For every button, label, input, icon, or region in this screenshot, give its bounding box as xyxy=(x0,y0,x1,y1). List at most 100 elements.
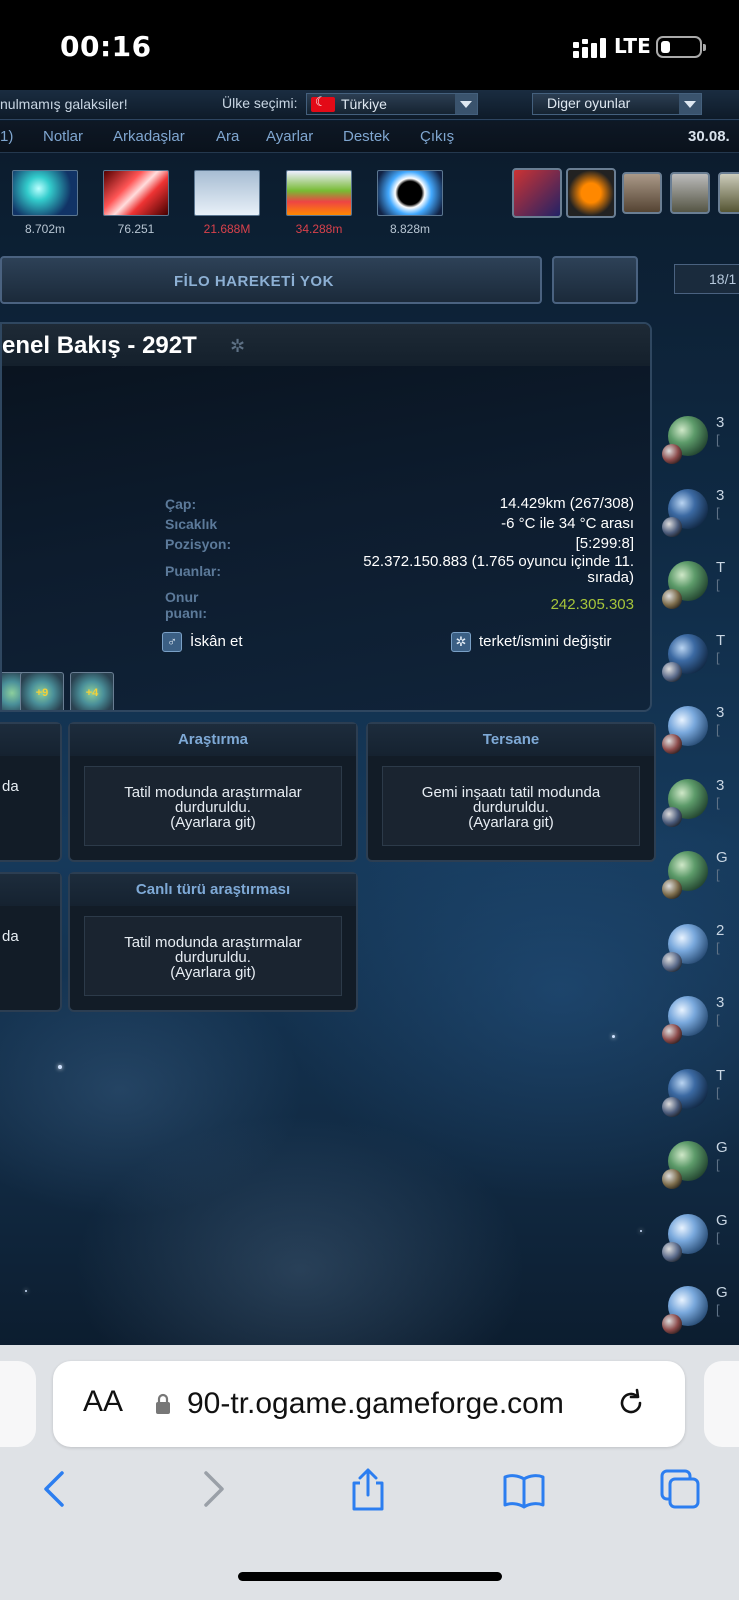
planet-coordinates: [ xyxy=(716,432,720,447)
moon-icon[interactable] xyxy=(662,1241,682,1262)
lifeform-research-box: Canlı türü araştırması Tatil modunda ara… xyxy=(68,872,358,1012)
lock-icon xyxy=(156,1393,170,1414)
honor-value: 242.305.303 xyxy=(550,596,634,613)
planet-name[interactable]: G xyxy=(716,1284,728,1301)
engineer-officer-icon[interactable] xyxy=(670,172,710,214)
lifeform-research-message[interactable]: Tatil modunda araştırmalar durduruldu. (… xyxy=(84,916,342,996)
moon-icon[interactable] xyxy=(662,879,682,899)
planet-overview: enel Bakış - 292T ✲ Çap: 14.429km (267/3… xyxy=(0,322,652,712)
planet-coordinates: [ xyxy=(716,722,720,737)
country-select[interactable]: Türkiye xyxy=(306,93,478,115)
top-bar: nulmamış galaksiler! Ülke seçimi: Türkiy… xyxy=(0,90,739,120)
nav-item-search[interactable]: Ara xyxy=(216,128,239,145)
resource-energy-value: 34.288m xyxy=(295,222,343,236)
resource-dark-matter[interactable]: 8.828m xyxy=(377,170,443,236)
planet-name[interactable]: G xyxy=(716,1212,728,1229)
other-games-value: Diger oyunlar xyxy=(547,95,631,111)
planet-coordinates: [ xyxy=(716,577,720,592)
shipyard-settings-link[interactable]: (Ayarlara git) xyxy=(383,815,639,830)
male-icon: ♂ xyxy=(162,632,182,652)
chevron-down-icon xyxy=(679,94,701,114)
shipyard-line2: durduruldu. xyxy=(473,799,549,816)
planet-name[interactable]: G xyxy=(716,1139,728,1156)
points-value-line2: sırada) xyxy=(587,569,634,586)
reader-options-button[interactable]: AA xyxy=(83,1385,123,1419)
class-officer-icon[interactable] xyxy=(566,168,616,218)
nav-item-notes[interactable]: Notlar xyxy=(43,128,83,145)
nav-item-messages[interactable]: 1) xyxy=(0,128,13,145)
research-line2: durduruldu. xyxy=(175,799,251,816)
planet-name[interactable]: 3 xyxy=(716,704,724,721)
planet-name[interactable]: 3 xyxy=(716,777,724,794)
url-text[interactable]: 90-tr.ogame.gameforge.com xyxy=(187,1387,564,1421)
moon-icon[interactable] xyxy=(662,806,682,827)
reload-icon[interactable] xyxy=(615,1387,647,1419)
diameter-label: Çap: xyxy=(165,496,197,512)
fleet-status[interactable]: FİLO HAREKETİ YOK xyxy=(0,256,542,304)
research-settings-link[interactable]: (Ayarlara git) xyxy=(85,815,341,830)
booster-item[interactable]: +4 xyxy=(70,672,114,710)
moon-icon[interactable] xyxy=(662,1169,682,1189)
abandon-rename-button[interactable]: ✲ terket/ismini değiştir xyxy=(451,632,612,652)
previous-tab-preview[interactable] xyxy=(0,1361,36,1447)
moon-icon[interactable] xyxy=(662,1096,682,1117)
back-icon[interactable] xyxy=(34,1467,78,1511)
planet-name[interactable]: T xyxy=(716,559,725,576)
geologist-officer-icon[interactable] xyxy=(718,172,739,214)
commander-officer-icon[interactable] xyxy=(512,168,562,218)
resource-crystal[interactable]: 76.251 xyxy=(103,170,169,236)
research-message[interactable]: Tatil modunda araştırmalar durduruldu. (… xyxy=(84,766,342,846)
gear-icon[interactable]: ✲ xyxy=(230,336,250,356)
lifeform-line2: durduruldu. xyxy=(175,949,251,966)
browser-toolbar: AA 90-tr.ogame.gameforge.com xyxy=(0,1345,739,1600)
status-bar: 00:16 LTE xyxy=(0,0,739,90)
resource-metal-value: 8.702m xyxy=(24,222,66,236)
country-label: Ülke seçimi: xyxy=(222,95,298,111)
moon-icon[interactable] xyxy=(662,444,682,464)
planet-name[interactable]: 3 xyxy=(716,994,724,1011)
shipyard-message[interactable]: Gemi inşaatı tatil modunda durduruldu. (… xyxy=(382,766,640,846)
home-indicator xyxy=(238,1572,502,1581)
deuterium-icon xyxy=(194,170,260,216)
nav-item-logout[interactable]: Çıkış xyxy=(420,128,454,145)
planet-name[interactable]: 3 xyxy=(716,487,724,504)
forward-icon[interactable] xyxy=(190,1467,234,1511)
lifeform-line1: Tatil modunda araştırmalar xyxy=(124,934,302,951)
moon-icon[interactable] xyxy=(662,1024,682,1044)
admiral-officer-icon[interactable] xyxy=(622,172,662,214)
planet-name[interactable]: 2 xyxy=(716,922,724,939)
turkey-flag-icon xyxy=(311,94,335,112)
resource-metal[interactable]: 8.702m xyxy=(12,170,78,236)
planet-name[interactable]: T xyxy=(716,1067,725,1084)
lifeform-settings-link[interactable]: (Ayarlara git) xyxy=(85,965,341,980)
bookmarks-icon[interactable] xyxy=(502,1467,546,1511)
colonize-button[interactable]: ♂ İskân et xyxy=(162,632,243,652)
moon-icon[interactable] xyxy=(662,589,682,609)
next-tab-preview[interactable] xyxy=(704,1361,739,1447)
address-bar[interactable]: AA 90-tr.ogame.gameforge.com xyxy=(53,1361,685,1447)
tabs-icon[interactable] xyxy=(658,1467,702,1511)
unlocked-galaxies-text[interactable]: nulmamış galaksiler! xyxy=(0,96,128,112)
nav-item-friends[interactable]: Arkadaşlar xyxy=(113,128,185,145)
position-value[interactable]: [5:299:8] xyxy=(576,536,634,552)
planet-name[interactable]: T xyxy=(716,632,725,649)
planet-name[interactable]: 3 xyxy=(716,414,724,431)
resource-energy[interactable]: 34.288m xyxy=(286,170,352,236)
game-area: nulmamış galaksiler! Ülke seçimi: Türkiy… xyxy=(0,90,739,1345)
network-type: LTE xyxy=(614,34,651,58)
moon-icon[interactable] xyxy=(662,951,682,972)
planet-name[interactable]: G xyxy=(716,849,728,866)
moon-icon[interactable] xyxy=(662,661,682,682)
moon-icon[interactable] xyxy=(662,516,682,537)
nav-item-settings[interactable]: Ayarlar xyxy=(266,128,313,145)
nav-item-support[interactable]: Destek xyxy=(343,128,390,145)
planet-coordinates: [ xyxy=(716,1229,720,1245)
other-games-select[interactable]: Diger oyunlar xyxy=(532,93,702,115)
moon-icon[interactable] xyxy=(662,1314,682,1334)
share-icon[interactable] xyxy=(346,1467,390,1511)
resource-deuterium[interactable]: 21.688M xyxy=(194,170,260,236)
moon-icon[interactable] xyxy=(662,734,682,754)
points-label: Puanlar: xyxy=(165,563,222,579)
planet-coordinates: [ xyxy=(716,1302,720,1317)
booster-item[interactable]: +9 xyxy=(20,672,64,710)
